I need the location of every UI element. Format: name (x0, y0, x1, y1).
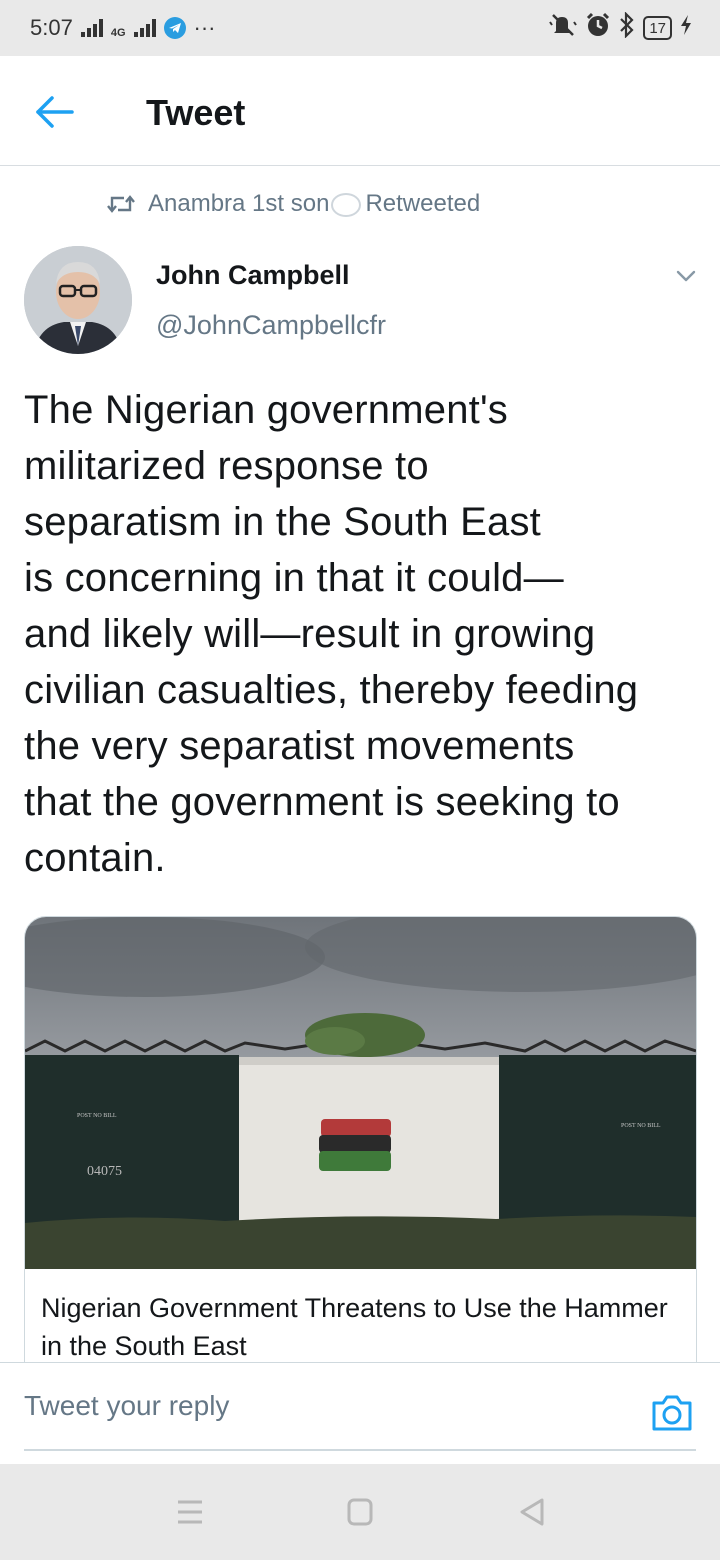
system-navigation-bar (0, 1464, 720, 1560)
system-back-button[interactable] (512, 1494, 552, 1530)
back-button[interactable] (34, 94, 76, 130)
left-sign-text: POST NO BILL (77, 1113, 117, 1119)
status-bar: 5:07 4G ··· 17 (0, 0, 720, 56)
link-card[interactable]: POST NO BILL POST NO BILL 04075 Nigerian… (24, 916, 697, 1378)
tweet-text: The Nigerian government's militarized re… (24, 388, 639, 880)
link-card-image: POST NO BILL POST NO BILL 04075 (25, 917, 696, 1269)
top-app-bar: Tweet (0, 56, 720, 166)
author-name[interactable]: John Campbell (156, 260, 350, 291)
bluetooth-icon (619, 11, 635, 44)
avatar[interactable] (24, 246, 132, 354)
retweeter-label: Anambra 1st son Retweeted (148, 190, 480, 218)
reply-bar (0, 1362, 720, 1465)
battery-level: 17 (649, 19, 666, 37)
status-left: 5:07 4G ··· (30, 15, 216, 41)
signal-icon-secondary (133, 19, 156, 37)
chevron-down-icon (676, 270, 696, 282)
right-sign-text: POST NO BILL (621, 1123, 661, 1129)
back-arrow-icon (36, 96, 74, 128)
thought-bubble-emoji-icon (331, 192, 362, 217)
avatar-portrait (24, 246, 132, 354)
recent-apps-button[interactable] (170, 1494, 210, 1530)
network-type-label: 4G (110, 27, 126, 39)
mute-icon (549, 13, 578, 43)
home-icon (347, 1498, 373, 1526)
tweet-options-button[interactable] (674, 264, 698, 288)
battery-indicator: 17 (643, 16, 672, 40)
home-button[interactable] (340, 1494, 380, 1530)
menu-icon (178, 1500, 202, 1524)
camera-button[interactable] (650, 1393, 694, 1433)
camera-icon (652, 1395, 692, 1431)
charging-icon (680, 15, 692, 41)
reply-input[interactable] (24, 1363, 696, 1451)
signal-icon (80, 19, 103, 37)
alarm-icon (585, 12, 611, 44)
page-title: Tweet (146, 92, 246, 133)
wall-number-text: 04075 (87, 1164, 122, 1179)
retweeter-name: Anambra 1st son (148, 190, 330, 217)
retweet-icon (107, 195, 135, 213)
retweet-context[interactable]: Anambra 1st son Retweeted (106, 190, 480, 218)
link-card-title: Nigerian Government Threatens to Use the… (41, 1293, 668, 1361)
status-right: 17 (549, 11, 692, 44)
retweet-suffix: Retweeted (365, 190, 481, 217)
telegram-icon (163, 17, 186, 39)
more-notifications-icon: ··· (193, 15, 216, 40)
author-handle[interactable]: @JohnCampbellcfr (156, 310, 386, 341)
status-time: 5:07 (30, 15, 73, 40)
back-triangle-icon (520, 1498, 544, 1526)
